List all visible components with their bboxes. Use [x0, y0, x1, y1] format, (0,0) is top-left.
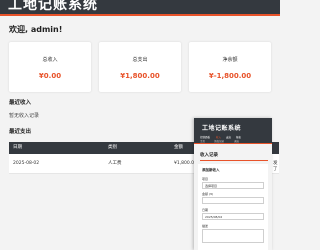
- panel-body: 收入记录 添加新收入 项目 选择项目 金额 (¥) 日期 2025/08/02 …: [194, 144, 272, 250]
- card-label: 总支出: [132, 57, 148, 63]
- panel-sub-logout[interactable]: 退出: [234, 139, 239, 143]
- amount-input[interactable]: [202, 197, 264, 204]
- card-label: 净余额: [222, 57, 238, 63]
- card-value: ¥-1,800.00: [208, 72, 252, 80]
- column-header-category: 类别: [108, 145, 117, 150]
- panel-sub-add[interactable]: 添加记录: [214, 139, 224, 143]
- clipped-edge-text: 发了: [273, 161, 278, 172]
- card-value: ¥1,800.00: [120, 72, 160, 80]
- column-header-date: 日期: [13, 145, 22, 150]
- form-title: 添加新收入: [202, 168, 220, 172]
- app-header: 工地记账系统: [0, 0, 280, 16]
- mobile-preview-panel: 工地记账系统 控制面板 收入 支出 报表 主页 添加记录 退出 收入记录 添加新…: [194, 118, 272, 250]
- app-title: 工地记账系统: [8, 0, 98, 13]
- welcome-message: 欢迎, admin!: [9, 25, 63, 34]
- recent-income-empty: 暂无收入记录: [9, 113, 40, 119]
- row-category: 人工费: [108, 161, 122, 166]
- card-value: ¥0.00: [38, 72, 62, 80]
- total-income-card: 总收入 ¥0.00: [9, 42, 91, 92]
- description-input[interactable]: [202, 229, 264, 243]
- panel-nav-expense[interactable]: 支出: [226, 135, 231, 139]
- panel-sub-home[interactable]: 主页: [200, 139, 205, 143]
- net-balance-card: 净余额 ¥-1,800.00: [189, 42, 271, 92]
- field-label-date: 日期: [202, 208, 209, 212]
- field-label-project: 项目: [202, 177, 209, 181]
- total-expense-card: 总支出 ¥1,800.00: [99, 42, 181, 92]
- add-income-form: 添加新收入 项目 选择项目 金额 (¥) 日期 2025/08/02 描述: [198, 164, 268, 250]
- field-label-amount: 金额 (¥): [202, 192, 214, 196]
- field-label-description: 描述: [202, 224, 209, 228]
- panel-page-title: 收入记录: [200, 153, 218, 158]
- column-header-amount: 金额: [174, 145, 183, 150]
- panel-title: 工地记账系统: [202, 125, 242, 132]
- date-input[interactable]: 2025/08/02: [202, 213, 264, 220]
- card-label: 总收入: [42, 57, 58, 63]
- recent-expense-title: 最近支出: [9, 129, 32, 135]
- row-amount: ¥1,800.0: [174, 161, 195, 166]
- row-date: 2025-08-02: [13, 161, 40, 166]
- recent-income-title: 最近收入: [9, 100, 32, 106]
- panel-header: 工地记账系统 控制面板 收入 支出 报表 主页 添加记录 退出: [194, 118, 272, 144]
- divider: [200, 160, 268, 161]
- project-select[interactable]: 选择项目: [202, 182, 264, 189]
